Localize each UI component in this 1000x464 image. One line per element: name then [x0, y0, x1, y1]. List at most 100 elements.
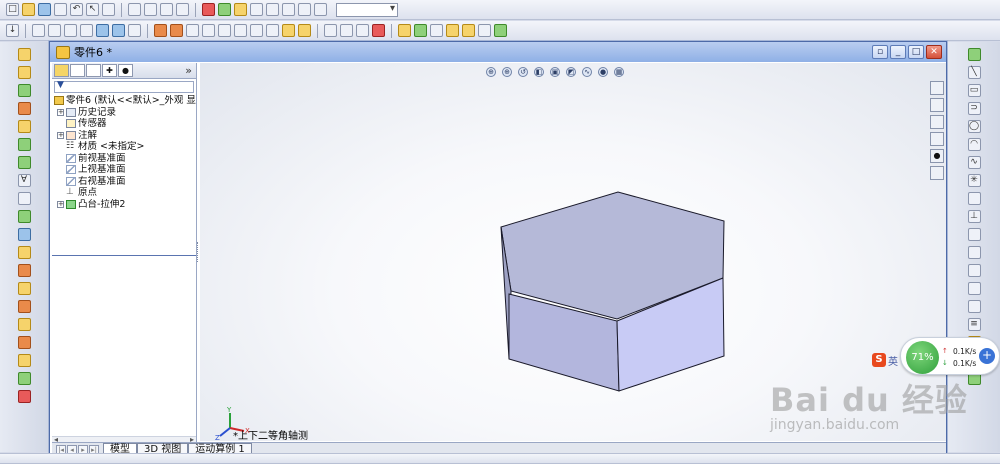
save-icon[interactable]	[38, 3, 51, 16]
trim-tool-icon[interactable]	[967, 246, 981, 259]
feature-tree-tab-icon[interactable]	[54, 64, 69, 77]
sweep-icon[interactable]	[186, 24, 199, 37]
rebuild-icon[interactable]	[102, 3, 115, 16]
graphics-area[interactable]: ⊕ ⊕ ↺ ◧ ▣ ◩ ∿ ● ▦ Y X Z *上下二等角轴测 ●	[200, 63, 946, 441]
view-icon[interactable]	[266, 3, 279, 16]
pattern-icon[interactable]	[298, 24, 311, 37]
tree-item-front-plane[interactable]: 前视基准面	[52, 153, 196, 165]
view-cube-icon[interactable]	[64, 24, 77, 37]
surface-icon[interactable]	[446, 24, 459, 37]
sketch-tool-icon[interactable]	[17, 354, 31, 367]
ime-icon[interactable]: S	[872, 353, 886, 367]
sketch-tool-icon[interactable]	[17, 120, 31, 133]
sketch-tool-icon[interactable]	[17, 282, 31, 295]
custom-properties-icon[interactable]	[930, 166, 944, 180]
sketch-tool-icon[interactable]: ∀	[17, 174, 31, 187]
sketch-tool-icon[interactable]	[17, 372, 31, 385]
ime-language-label[interactable]: 英	[888, 353, 898, 368]
appearance-icon[interactable]	[202, 3, 215, 16]
undo-icon[interactable]: ↶	[70, 3, 83, 16]
circle-tool-icon[interactable]: ◯	[967, 120, 981, 133]
fillet-icon[interactable]	[218, 24, 231, 37]
rectangle-tool-icon[interactable]: ▭	[967, 84, 981, 97]
expand-icon[interactable]: +	[57, 200, 64, 208]
view-cube-icon[interactable]	[32, 24, 45, 37]
revolve-icon[interactable]	[170, 24, 183, 37]
tree-item-sensors[interactable]: 传感器	[52, 118, 196, 130]
appearances-icon[interactable]: ●	[930, 149, 944, 163]
line-tool-icon[interactable]	[967, 48, 981, 61]
file-explorer-icon[interactable]	[930, 115, 944, 129]
sheet-metal-icon[interactable]	[398, 24, 411, 37]
pattern-tool-icon[interactable]: ≡	[967, 318, 981, 331]
fillet-tool-icon[interactable]	[967, 300, 981, 313]
sketch-tool-icon[interactable]	[17, 390, 31, 403]
weldment-icon[interactable]	[414, 24, 427, 37]
shell-icon[interactable]	[250, 24, 263, 37]
close-icon[interactable]: ✕	[926, 45, 942, 59]
sketch-tool-icon[interactable]	[17, 264, 31, 277]
tree-item-top-plane[interactable]: 上视基准面	[52, 164, 196, 176]
network-monitor-widget[interactable]: 71% ↑ ↓ 0.1K/s 0.1K/s +	[900, 337, 1000, 375]
design-library-icon[interactable]	[930, 98, 944, 112]
view-cube-icon[interactable]	[80, 24, 93, 37]
loft-icon[interactable]	[202, 24, 215, 37]
config-manager-tab-icon[interactable]	[86, 64, 101, 77]
sw-resources-icon[interactable]	[930, 81, 944, 95]
extrude-icon[interactable]	[154, 24, 167, 37]
sketch-tool-icon[interactable]	[17, 228, 31, 241]
accelerate-button[interactable]: +	[979, 348, 995, 364]
view2-icon[interactable]	[282, 3, 295, 16]
view4-icon[interactable]	[314, 3, 327, 16]
sketch-tool-icon[interactable]	[17, 138, 31, 151]
sketch-tool-icon[interactable]	[17, 156, 31, 169]
tree-item-annotations[interactable]: + 注解	[52, 130, 196, 142]
tree-item-right-plane[interactable]: 右视基准面	[52, 176, 196, 188]
isometric-view-icon[interactable]	[96, 24, 109, 37]
sketch-tool-icon[interactable]	[17, 210, 31, 223]
maximize-icon[interactable]: □	[908, 45, 924, 59]
print-icon[interactable]	[54, 3, 67, 16]
arc-tool-icon[interactable]: ◠	[967, 138, 981, 151]
extend-tool-icon[interactable]	[967, 264, 981, 277]
display-manager-tab-icon[interactable]: ●	[118, 64, 133, 77]
mold-icon[interactable]	[430, 24, 443, 37]
slot-tool-icon[interactable]: ⊃	[967, 102, 981, 115]
normal-to-icon[interactable]	[128, 24, 141, 37]
expand-icon[interactable]: +	[57, 108, 64, 116]
config-dropdown[interactable]	[336, 2, 398, 17]
view-cube-icon[interactable]	[112, 24, 125, 37]
sketch-tool-icon[interactable]	[17, 48, 31, 61]
sketch-tool-icon[interactable]	[17, 84, 31, 97]
open-file-icon[interactable]	[22, 3, 35, 16]
minimize-icon[interactable]: _	[890, 45, 906, 59]
hole-icon[interactable]	[282, 24, 295, 37]
tree-item-boss-extrude[interactable]: + 凸台-拉伸2	[52, 199, 196, 211]
curve-icon[interactable]	[462, 24, 475, 37]
view-palette-icon[interactable]	[930, 132, 944, 146]
draft-icon[interactable]	[340, 24, 353, 37]
tree-item-origin[interactable]: ⊥ 原点	[52, 187, 196, 199]
view-orient-icon[interactable]	[250, 3, 263, 16]
dimxpert-tab-icon[interactable]: ✚	[102, 64, 117, 77]
chamfer-icon[interactable]	[234, 24, 247, 37]
expand-icon[interactable]: +	[57, 131, 64, 139]
reference-icon[interactable]	[478, 24, 491, 37]
assembly-icon[interactable]	[494, 24, 507, 37]
memory-usage-badge[interactable]: 71%	[906, 341, 939, 374]
sketch-tool-icon[interactable]	[17, 318, 31, 331]
sketch-tool-icon[interactable]	[17, 66, 31, 79]
point-tool-icon[interactable]: ✳	[967, 174, 981, 187]
move-tool-icon[interactable]	[967, 282, 981, 295]
new-file-icon[interactable]: □	[6, 3, 19, 16]
tree-item-material[interactable]: ☷ 材质 <未指定>	[52, 141, 196, 153]
tree-item-history[interactable]: + 历史记录	[52, 107, 196, 119]
sketch-tool-icon[interactable]	[17, 246, 31, 259]
restore-icon[interactable]: ▫	[872, 45, 888, 59]
grid-icon[interactable]	[128, 3, 141, 16]
text-tool-icon[interactable]	[967, 192, 981, 205]
more-tabs-icon[interactable]: »	[185, 64, 192, 77]
select-icon[interactable]: ↖	[86, 3, 99, 16]
scene-icon[interactable]	[218, 3, 231, 16]
dimension-icon[interactable]: ↓	[6, 24, 19, 37]
